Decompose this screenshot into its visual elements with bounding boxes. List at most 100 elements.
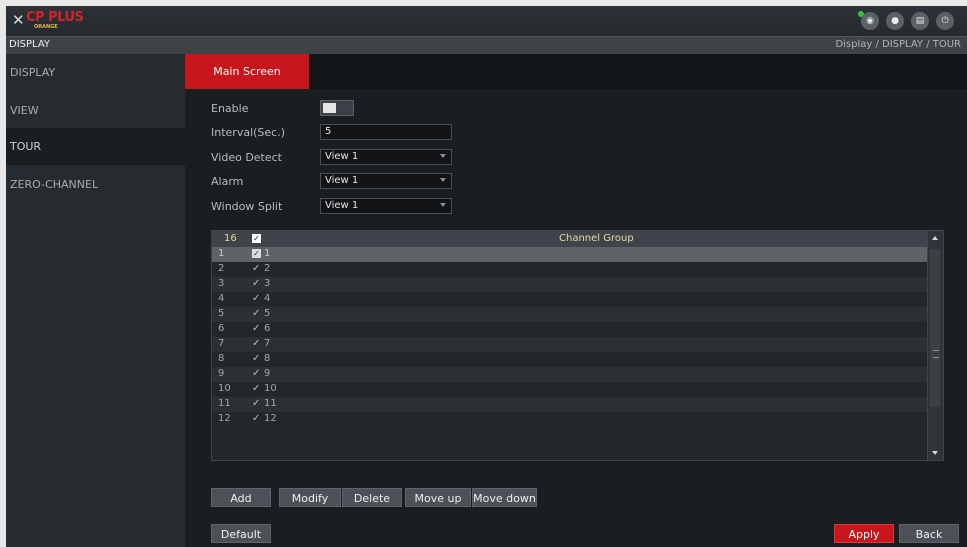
check-icon[interactable]: ✓ (252, 353, 260, 364)
check-icon: ✓ (252, 249, 261, 258)
row-channel: 4 (264, 293, 271, 304)
check-icon[interactable]: ✓ (252, 308, 260, 319)
check-icon[interactable]: ✓ (252, 413, 260, 424)
row-number: 4 (218, 293, 225, 304)
check-icon[interactable]: ✓ (252, 263, 260, 274)
move-up-button[interactable]: Move up (405, 488, 471, 507)
row-number: 2 (218, 263, 225, 274)
alarm-value: View 1 (325, 175, 359, 186)
check-icon[interactable]: ✓ (252, 383, 260, 394)
check-icon[interactable]: ✓ (252, 293, 260, 304)
table-row[interactable]: 11 ✓ 11 (212, 397, 928, 412)
row-channel: 10 (264, 383, 277, 394)
row-channel: 7 (264, 338, 271, 349)
row-channel: 5 (264, 308, 271, 319)
table-scrollbar[interactable] (927, 231, 943, 460)
add-button[interactable]: Add (211, 488, 271, 507)
title-bar: DISPLAY Display / DISPLAY / TOUR (6, 36, 967, 55)
breadcrumb: Display / DISPLAY / TOUR (835, 39, 961, 50)
check-icon[interactable]: ✓ (252, 338, 260, 349)
row-channel: 12 (264, 413, 277, 424)
grip-icon (933, 350, 939, 358)
row-number: 7 (218, 338, 225, 349)
row-number: 3 (218, 278, 225, 289)
row-channel: 3 (264, 278, 271, 289)
row-channel: 8 (264, 353, 271, 364)
preview-icon[interactable]: ◉ (861, 12, 879, 30)
enable-toggle[interactable] (320, 100, 354, 116)
tab-main-screen[interactable]: Main Screen (185, 54, 309, 89)
row-number: 6 (218, 323, 225, 334)
header-count: 16 (224, 233, 237, 244)
back-button[interactable]: Back (899, 524, 959, 543)
scroll-up-icon[interactable] (932, 236, 938, 240)
top-bar: ✕ CP PLUS ORANGE ◉ ● ▤ ⏻ (6, 6, 967, 36)
alarm-select[interactable]: View 1 (320, 173, 452, 189)
video-detect-value: View 1 (325, 151, 359, 162)
table-row[interactable]: 10 ✓ 10 (212, 382, 928, 397)
menu-grid-icon[interactable]: ▤ (911, 12, 929, 30)
interval-label: Interval(Sec.) (211, 126, 286, 139)
logo-mark-icon: ✕ (12, 11, 25, 29)
chevron-down-icon (440, 203, 446, 207)
power-icon[interactable]: ⏻ (936, 12, 954, 30)
table-row[interactable]: 7 ✓ 7 (212, 337, 928, 352)
apply-button[interactable]: Apply (834, 524, 894, 543)
brand-logo: ✕ CP PLUS ORANGE (12, 10, 102, 32)
sidebar-item-view[interactable]: VIEW (6, 92, 185, 129)
sidebar-item-display[interactable]: DISPLAY (6, 54, 185, 91)
table-row[interactable]: 3 ✓ 3 (212, 277, 928, 292)
row-number: 10 (218, 383, 231, 394)
logo-text: CP PLUS (26, 10, 84, 25)
row-number: 11 (218, 398, 231, 409)
row-number: 8 (218, 353, 225, 364)
video-detect-select[interactable]: View 1 (320, 149, 452, 165)
table-row[interactable]: 4 ✓ 4 (212, 292, 928, 307)
interval-input[interactable]: 5 (320, 124, 452, 140)
window-split-value: View 1 (325, 200, 359, 211)
sidebar-item-zero-channel[interactable]: ZERO-CHANNEL (6, 166, 185, 203)
scroll-thumb[interactable] (930, 249, 940, 407)
table-row[interactable]: 6 ✓ 6 (212, 322, 928, 337)
table-row[interactable]: 12 ✓ 12 (212, 412, 928, 427)
toggle-knob (323, 103, 336, 113)
alarm-label: Alarm (211, 175, 244, 188)
sidebar-item-tour[interactable]: TOUR (6, 128, 185, 165)
check-icon[interactable]: ✓ (252, 278, 260, 289)
sidebar: DISPLAY VIEW TOUR ZERO-CHANNEL (6, 54, 185, 547)
row-number: 12 (218, 413, 231, 424)
table-row[interactable]: 1 ✓ 1 (212, 247, 928, 262)
enable-label: Enable (211, 102, 249, 115)
row-number: 1 (218, 248, 225, 259)
delete-button[interactable]: Delete (342, 488, 402, 507)
modify-button[interactable]: Modify (279, 488, 341, 507)
row-number: 9 (218, 368, 225, 379)
header-channel-group: Channel Group (559, 233, 634, 244)
app-window: ✕ CP PLUS ORANGE ◉ ● ▤ ⏻ DISPLAY Display… (6, 6, 967, 547)
scroll-down-icon[interactable] (932, 451, 938, 455)
row-channel: 6 (264, 323, 271, 334)
row-channel: 9 (264, 368, 271, 379)
logo-subtext: ORANGE (34, 24, 58, 30)
table-row[interactable]: 2 ✓ 2 (212, 262, 928, 277)
row-channel: 2 (264, 263, 271, 274)
row-checkbox[interactable]: ✓ (252, 248, 261, 259)
check-icon[interactable]: ✓ (252, 398, 260, 409)
row-number: 5 (218, 308, 225, 319)
check-icon[interactable]: ✓ (252, 368, 260, 379)
select-all-checkbox[interactable]: ✓ (252, 234, 261, 243)
page-title: DISPLAY (9, 39, 51, 50)
row-channel: 11 (264, 398, 277, 409)
row-channel: 1 (264, 248, 271, 259)
table-row[interactable]: 8 ✓ 8 (212, 352, 928, 367)
table-row[interactable]: 9 ✓ 9 (212, 367, 928, 382)
chevron-down-icon (440, 154, 446, 158)
check-icon[interactable]: ✓ (252, 323, 260, 334)
default-button[interactable]: Default (211, 524, 271, 543)
channel-group-table: 16 ✓ Channel Group 1 ✓ 1 2 ✓ 2 3 ✓ 3 4 ✓… (211, 230, 944, 461)
window-split-select[interactable]: View 1 (320, 198, 452, 214)
move-down-button[interactable]: Move down (472, 488, 537, 507)
table-header: 16 ✓ Channel Group (212, 231, 928, 247)
table-row[interactable]: 5 ✓ 5 (212, 307, 928, 322)
user-icon[interactable]: ● (886, 12, 904, 30)
